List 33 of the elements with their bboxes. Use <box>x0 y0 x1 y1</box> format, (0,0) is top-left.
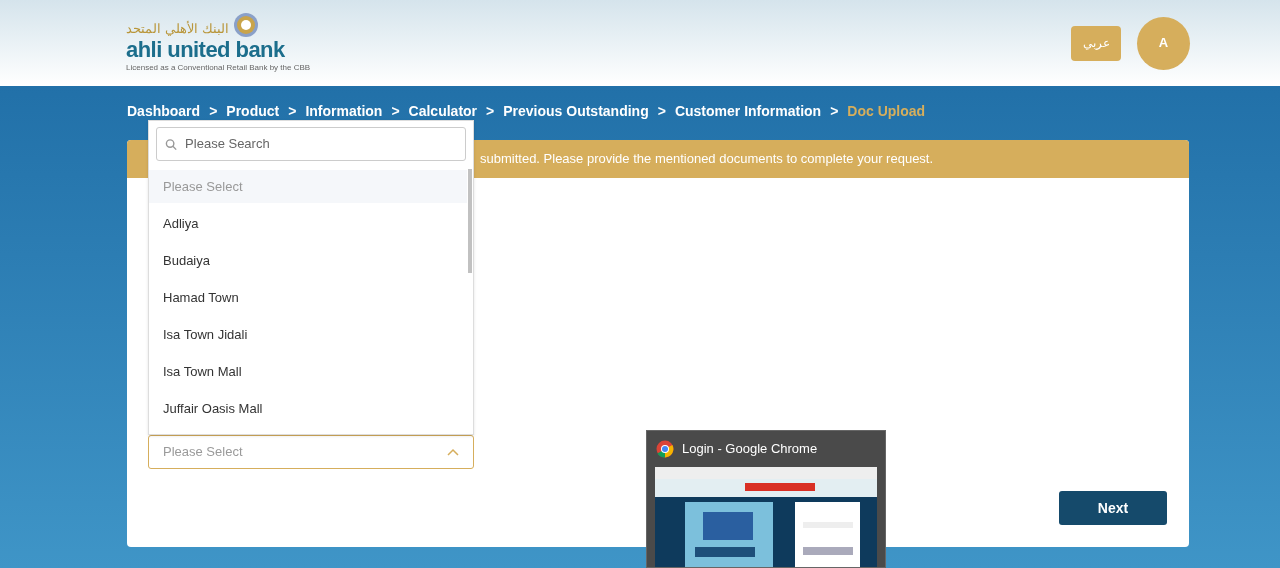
breadcrumb-separator: > <box>288 102 297 121</box>
breadcrumb-link[interactable]: Information <box>305 101 383 122</box>
breadcrumb-link[interactable]: Dashboard <box>127 101 201 122</box>
dropdown-option[interactable]: Isa Town Jidali <box>149 318 467 351</box>
next-button[interactable]: Next <box>1059 491 1167 525</box>
select-placeholder: Please Select <box>163 443 243 462</box>
select-field[interactable]: Please Select <box>148 435 474 469</box>
dropdown-option[interactable]: Juffair Oasis Mall <box>149 392 467 425</box>
browser-icon <box>656 440 674 458</box>
breadcrumb-separator: > <box>657 102 666 121</box>
breadcrumb-link[interactable]: Calculator <box>408 101 478 122</box>
logo-tagline: Licensed as a Conventional Retail Bank by the CBB <box>126 62 311 74</box>
search-field[interactable]: Please Search <box>156 127 466 161</box>
breadcrumb-separator: > <box>209 102 218 121</box>
breadcrumb-separator: > <box>486 102 495 121</box>
breadcrumb-link[interactable]: Product <box>226 101 280 122</box>
logo-emblem-icon <box>233 12 260 38</box>
breadcrumb-link[interactable]: Customer Information <box>674 101 822 122</box>
preview-title: Login - Google Chrome <box>682 440 818 459</box>
search-icon <box>165 137 178 151</box>
breadcrumb-separator: > <box>830 102 839 121</box>
notice-text: submitted. Please provide the mentioned documents to complete your request. <box>480 150 934 169</box>
scrollbar-thumb[interactable] <box>468 169 472 273</box>
dropdown-option[interactable]: Please Select <box>149 170 467 203</box>
dropdown-option[interactable]: Hamad Town <box>149 281 467 314</box>
logo-name-text: ahli united bank <box>126 38 286 62</box>
dropdown-option[interactable]: Adliya <box>149 207 467 240</box>
dropdown-option[interactable]: Budaiya <box>149 244 467 277</box>
dropdown-option[interactable]: Isa Town Mall <box>149 355 467 388</box>
breadcrumb-separator: > <box>391 102 400 121</box>
logo-arabic-text: البنك الأهلي المتحد <box>126 19 230 38</box>
search-input[interactable]: Please Search <box>185 134 457 154</box>
breadcrumb-link[interactable]: Previous Outstanding <box>503 101 649 122</box>
